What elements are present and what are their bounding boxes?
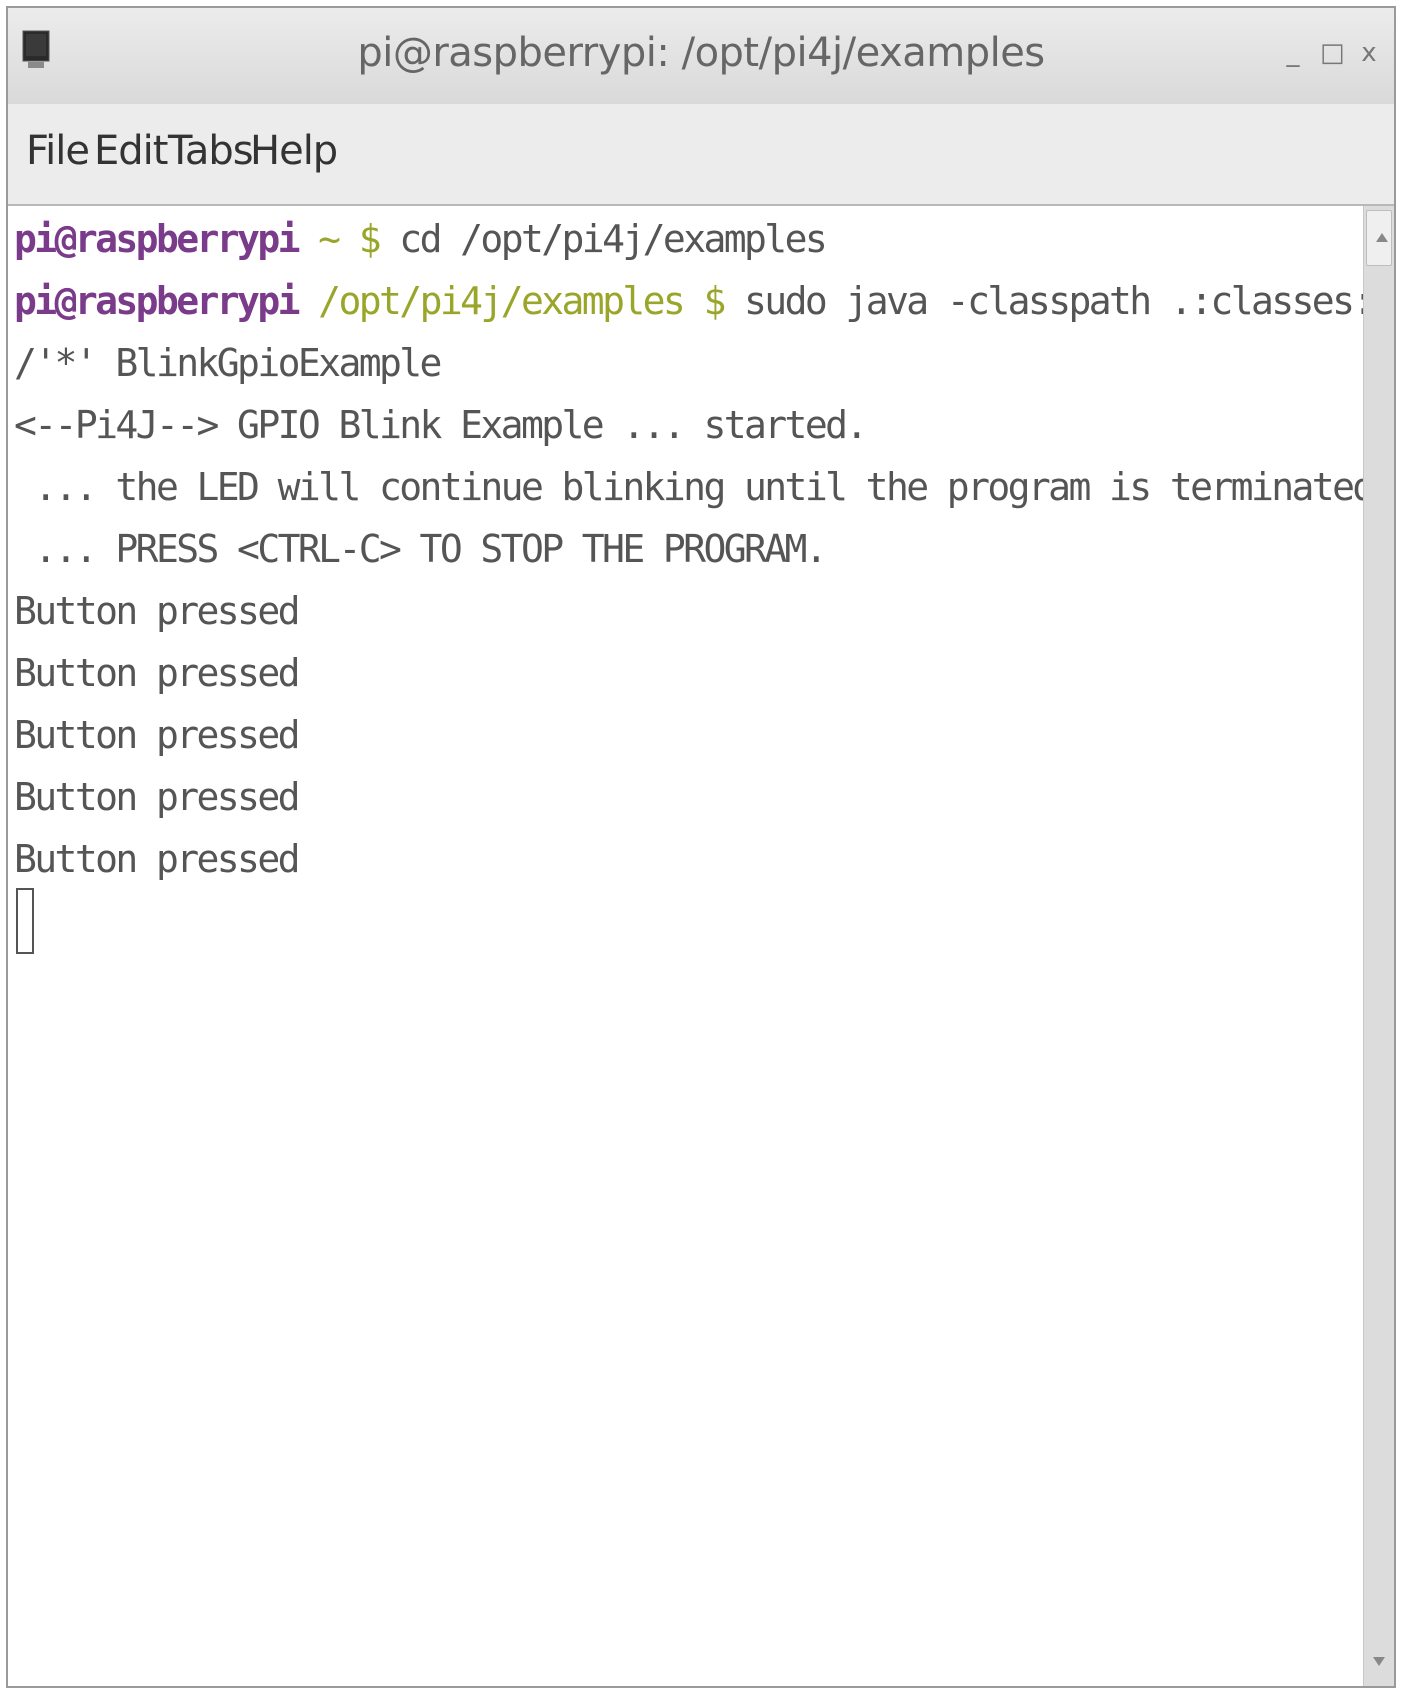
terminal-cursor (16, 888, 34, 954)
output-line: Button pressed (14, 589, 301, 633)
prompt-user: pi@raspberrypi (14, 217, 301, 261)
prompt-user: pi@raspberrypi (14, 279, 301, 323)
window-title: pi@raspberrypi: /opt/pi4j/examples (357, 30, 1045, 76)
menu-bar: File Edit Tabs Help (8, 104, 1394, 206)
terminal-line: pi@raspberrypi /opt/pi4j/examples $ sudo… (14, 270, 1364, 332)
terminal-output[interactable]: pi@raspberrypi ~ $ cd /opt/pi4j/examples… (8, 206, 1364, 1686)
terminal-window: pi@raspberrypi: /opt/pi4j/examples _ □ x… (6, 6, 1396, 1688)
scroll-down-arrow-icon[interactable] (1373, 1657, 1385, 1666)
menu-edit[interactable]: Edit (94, 128, 168, 174)
minimize-button[interactable]: _ (1282, 38, 1304, 68)
output-line: <--Pi4J--> GPIO Blink Example ... starte… (14, 403, 868, 447)
scrollbar-thumb[interactable] (1366, 210, 1392, 266)
output-line: Button pressed (14, 837, 301, 881)
title-bar[interactable]: pi@raspberrypi: /opt/pi4j/examples _ □ x (8, 8, 1394, 105)
window-controls: _ □ x (1282, 38, 1380, 68)
command-text: cd /opt/pi4j/examples (379, 217, 827, 261)
output-line: Button pressed (14, 775, 301, 819)
output-line: ... PRESS <CTRL-C> TO STOP THE PROGRAM. (14, 527, 827, 571)
prompt-path: /opt/pi4j/examples $ (297, 279, 726, 323)
menu-tabs[interactable]: Tabs (168, 128, 254, 174)
close-button[interactable]: x (1358, 38, 1380, 68)
output-line: ... the LED will continue blinking until… (14, 465, 1364, 509)
maximize-button[interactable]: □ (1320, 38, 1345, 68)
menu-file[interactable]: File (26, 128, 90, 174)
scroll-up-arrow-icon[interactable] (1376, 233, 1388, 242)
output-line: /'*' BlinkGpioExample (14, 341, 442, 385)
output-line: Button pressed (14, 713, 301, 757)
command-text: sudo java -classpath .:classes:/opt/pi4j… (744, 279, 1364, 323)
output-line: Button pressed (14, 651, 301, 695)
vertical-scrollbar[interactable] (1363, 206, 1394, 1686)
terminal-line: pi@raspberrypi ~ $ cd /opt/pi4j/examples (14, 208, 828, 270)
menu-help[interactable]: Help (250, 128, 338, 174)
prompt-path: ~ $ (297, 217, 381, 261)
